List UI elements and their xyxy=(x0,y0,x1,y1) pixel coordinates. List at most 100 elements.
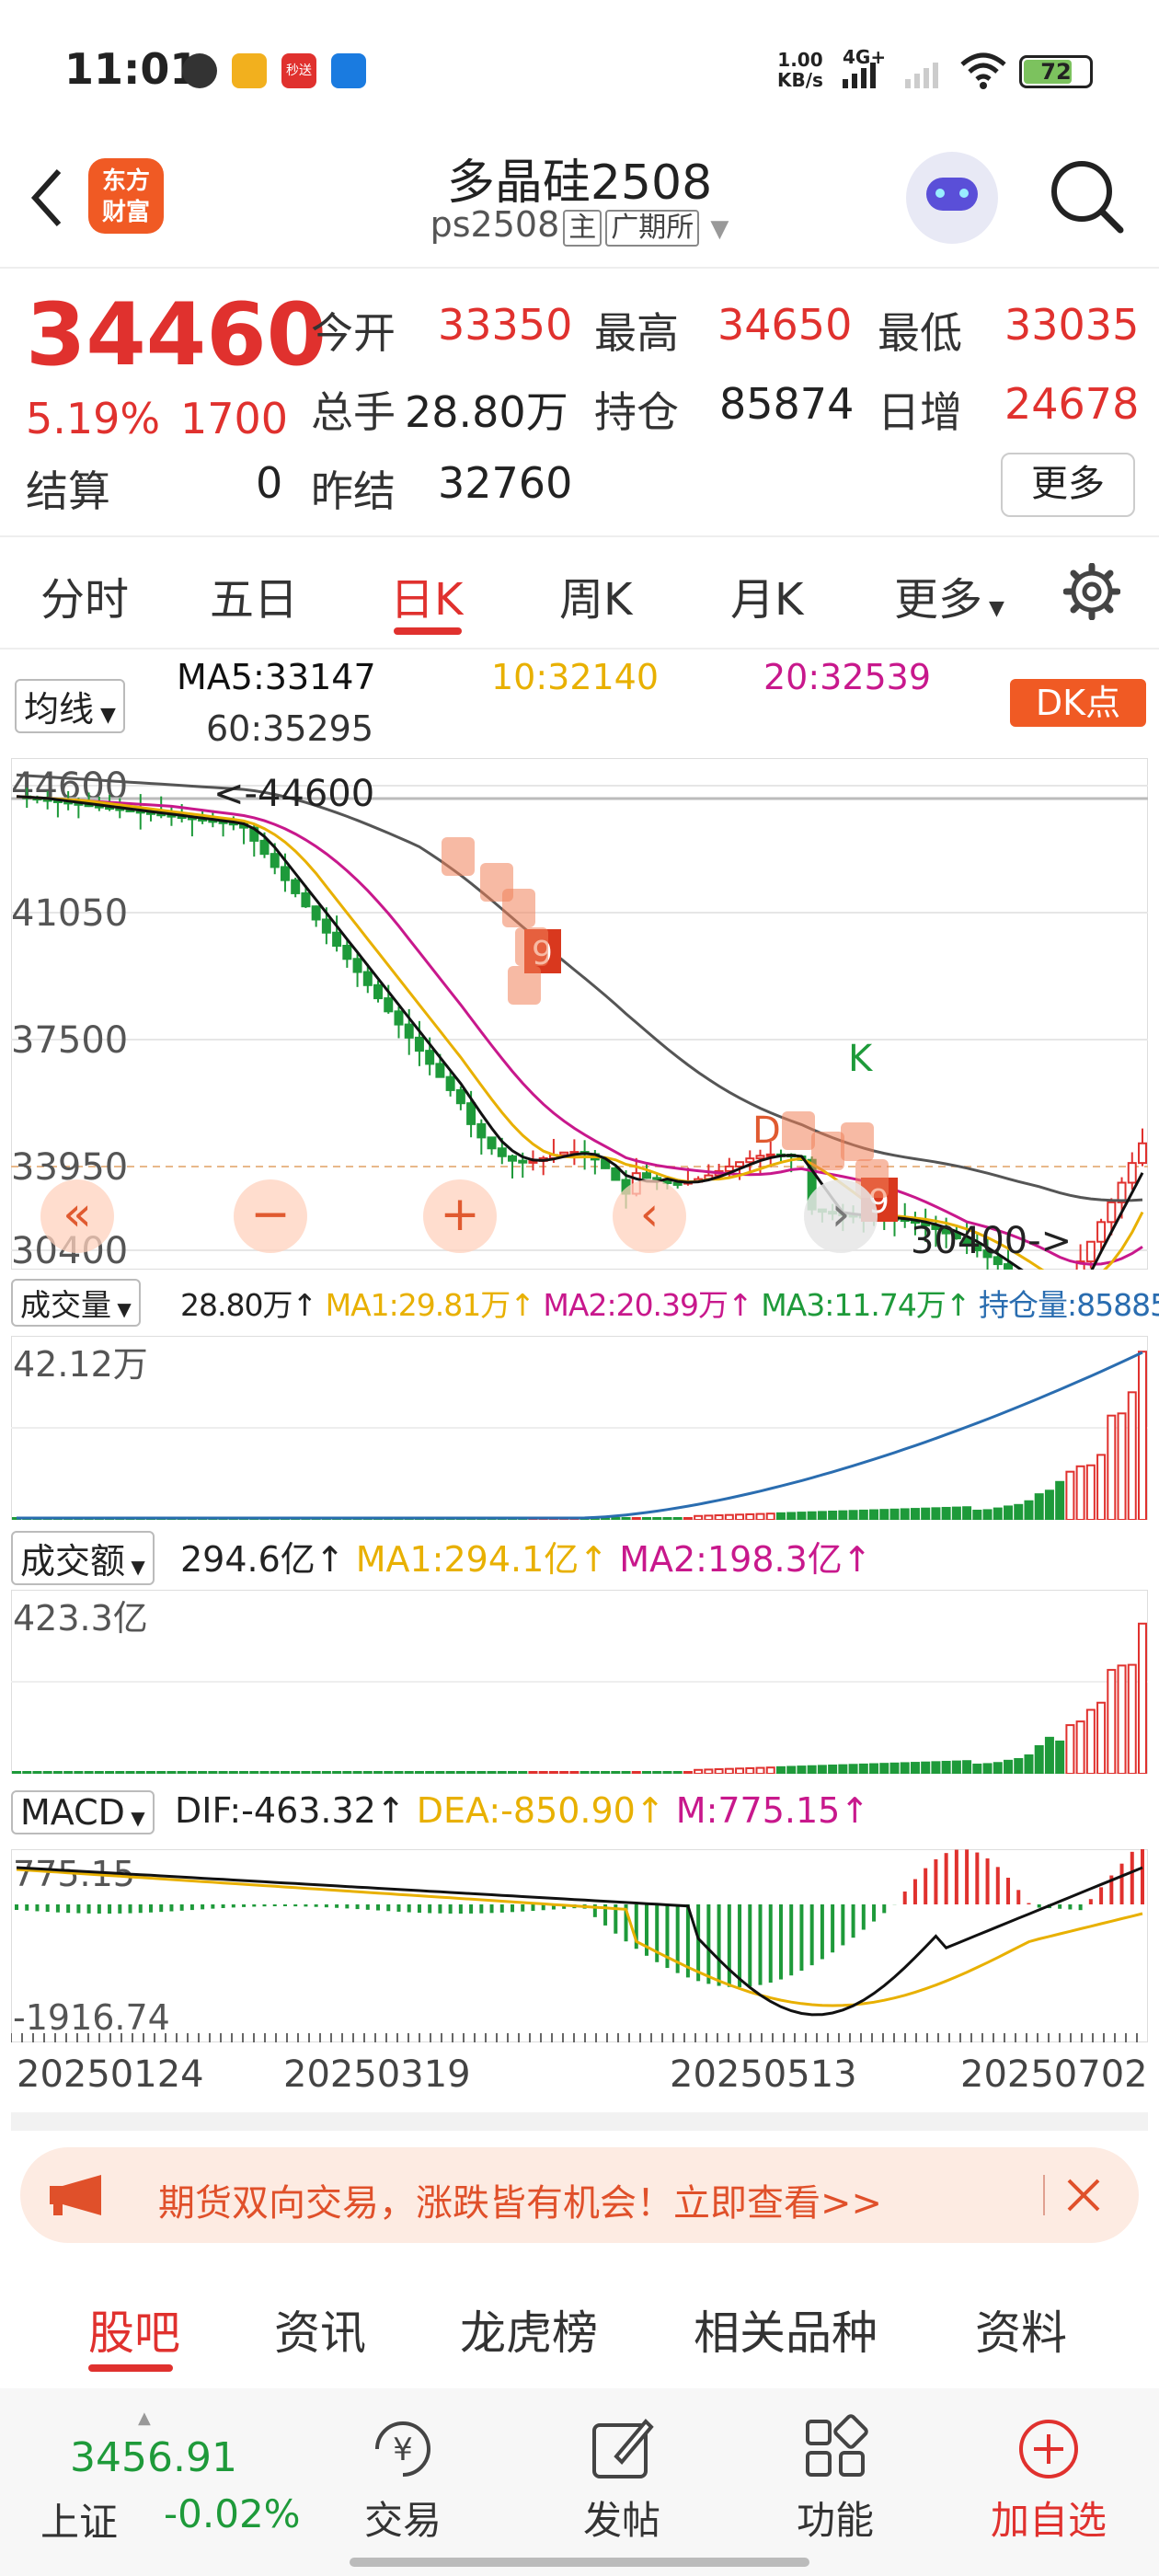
macd-histogram-bar xyxy=(376,1904,381,1911)
tab-weekly-k[interactable]: 周K xyxy=(559,563,632,627)
tab-more[interactable]: 更多 ▼ xyxy=(894,563,1004,627)
y-axis-label: 37500 xyxy=(11,1019,128,1062)
nav-label: 发帖 xyxy=(582,2498,660,2543)
macd-histogram-bar xyxy=(458,1904,463,1914)
volume-bar xyxy=(1024,1754,1034,1774)
daily-inc-value: 24678 xyxy=(1004,379,1140,429)
macd-histogram-bar xyxy=(448,1904,453,1914)
tab-five-day[interactable]: 五日 xyxy=(210,563,298,627)
scroll-right-button[interactable]: › xyxy=(804,1179,878,1253)
macd-histogram-bar xyxy=(293,1904,298,1907)
volume-bar xyxy=(476,1771,487,1774)
volume-bar xyxy=(94,1771,104,1774)
tab-daily-k[interactable]: 日K xyxy=(390,563,463,627)
volume-bar xyxy=(714,1514,724,1520)
low-value: 33035 xyxy=(1004,300,1140,350)
settle-label: 结算 xyxy=(26,466,110,516)
min-price-label: 30400-> xyxy=(911,1220,1072,1262)
nav-functions[interactable]: 功能 xyxy=(789,2412,881,2546)
tab-related[interactable]: 相关品种 xyxy=(694,2296,878,2363)
macd-histogram-bar xyxy=(396,1904,401,1912)
tab-guba[interactable]: 股吧 xyxy=(88,2296,180,2363)
tab-active-indicator xyxy=(88,2364,173,2372)
dk-point-button[interactable]: DK点 xyxy=(1010,679,1146,727)
scroll-left-fast-button[interactable]: « xyxy=(40,1179,114,1253)
macd-histogram-bar xyxy=(934,1858,938,1904)
more-button[interactable]: 更多 xyxy=(1001,453,1135,517)
tab-profile[interactable]: 资料 xyxy=(975,2296,1067,2363)
volume-bar xyxy=(208,1771,218,1774)
tab-intraday[interactable]: 分时 xyxy=(40,563,129,627)
volume-bar xyxy=(1085,1708,1096,1774)
volume-bar xyxy=(1075,1465,1085,1520)
macd-histogram-bar xyxy=(138,1904,143,1914)
macd-histogram-bar xyxy=(1088,1899,1093,1904)
kline-chart[interactable]: 4460041050375003395030400<-4460030400->K… xyxy=(11,758,1148,1270)
promo-banner[interactable]: 期货双向交易，涨跌皆有机会！立即查看>> xyxy=(20,2147,1139,2243)
volume-bar xyxy=(63,1771,74,1774)
volume-bar xyxy=(1096,1454,1107,1520)
volume-bar xyxy=(641,1771,651,1774)
candle xyxy=(1085,1240,1096,1263)
zoom-in-button[interactable]: + xyxy=(423,1179,497,1253)
dropdown-icon: ▼ xyxy=(982,597,1004,620)
nav-add-watchlist[interactable]: 加自选 xyxy=(984,2412,1113,2546)
volume-bar xyxy=(218,1771,228,1774)
candle xyxy=(724,1165,734,1172)
nav-post[interactable]: 发帖 xyxy=(576,2412,668,2546)
caret-up-icon: ▲ xyxy=(138,2409,151,2428)
bottom-nav: ▲ 3456.91 上证 -0.02% ¥ 交易 发帖 功能 加自选 xyxy=(0,2388,1159,2576)
macd-histogram-bar xyxy=(304,1904,308,1907)
macd-histogram-bar xyxy=(211,1904,215,1909)
amount-selector[interactable]: 成交额 ▼ xyxy=(11,1531,155,1585)
candle xyxy=(394,1010,404,1026)
macd-selector[interactable]: MACD ▼ xyxy=(11,1790,155,1834)
macd-histogram-bar xyxy=(55,1904,60,1913)
volume-bar xyxy=(105,1771,115,1774)
divider xyxy=(0,535,1159,537)
edit-icon xyxy=(592,2419,654,2478)
candle xyxy=(321,918,331,934)
settings-gear-icon[interactable] xyxy=(1063,563,1120,620)
ma-selector[interactable]: 均线 ▼ xyxy=(15,679,125,733)
volume-bar xyxy=(714,1768,724,1774)
volume-bar xyxy=(889,1762,900,1774)
volume-bar xyxy=(745,1512,755,1520)
macd-histogram-bar xyxy=(1068,1904,1073,1910)
volume-bar xyxy=(993,1507,1003,1520)
volume-bar xyxy=(1127,1391,1137,1520)
volume-bar xyxy=(838,1510,848,1520)
tab-dragon-tiger[interactable]: 龙虎榜 xyxy=(460,2296,598,2363)
change-abs: 1700 xyxy=(180,394,289,443)
search-icon[interactable] xyxy=(1047,156,1124,234)
volume-bar xyxy=(508,1771,518,1774)
volume-bar xyxy=(445,1771,455,1774)
macd-histogram-bar xyxy=(262,1904,267,1907)
volume-bar xyxy=(972,1509,982,1520)
index-widget[interactable]: ▲ 3456.91 上证 -0.02% xyxy=(24,2409,318,2554)
zoom-out-button[interactable]: − xyxy=(234,1179,307,1253)
nav-trade[interactable]: ¥ 交易 xyxy=(357,2412,449,2546)
net-speed: 1.00 KB/s xyxy=(777,49,823,91)
volume-selector[interactable]: 成交量 ▼ xyxy=(11,1279,141,1327)
close-icon[interactable] xyxy=(1065,2177,1102,2214)
volume-bar xyxy=(1055,1480,1065,1520)
macd-histogram-bar xyxy=(841,1904,845,1946)
tab-news[interactable]: 资讯 xyxy=(274,2296,366,2363)
scroll-left-button[interactable]: ‹ xyxy=(613,1179,686,1253)
volume-bar xyxy=(321,1771,331,1774)
volume-bar xyxy=(879,1509,889,1520)
robot-avatar-icon[interactable] xyxy=(906,152,998,244)
volume-bar xyxy=(672,1771,683,1774)
volume-bar xyxy=(797,1765,807,1774)
macd-histogram-bar xyxy=(511,1904,515,1913)
volume-bar xyxy=(611,1517,621,1520)
volume-bar xyxy=(84,1771,94,1774)
volume-bar xyxy=(270,1771,280,1774)
change-pct: 5.19% xyxy=(26,394,161,443)
tab-monthly-k[interactable]: 月K xyxy=(730,563,803,627)
macd-histogram-bar xyxy=(221,1904,225,1908)
macd-histogram-bar xyxy=(1006,1878,1011,1904)
volume-bar xyxy=(921,1507,931,1520)
macd-histogram-bar xyxy=(1027,1903,1031,1904)
